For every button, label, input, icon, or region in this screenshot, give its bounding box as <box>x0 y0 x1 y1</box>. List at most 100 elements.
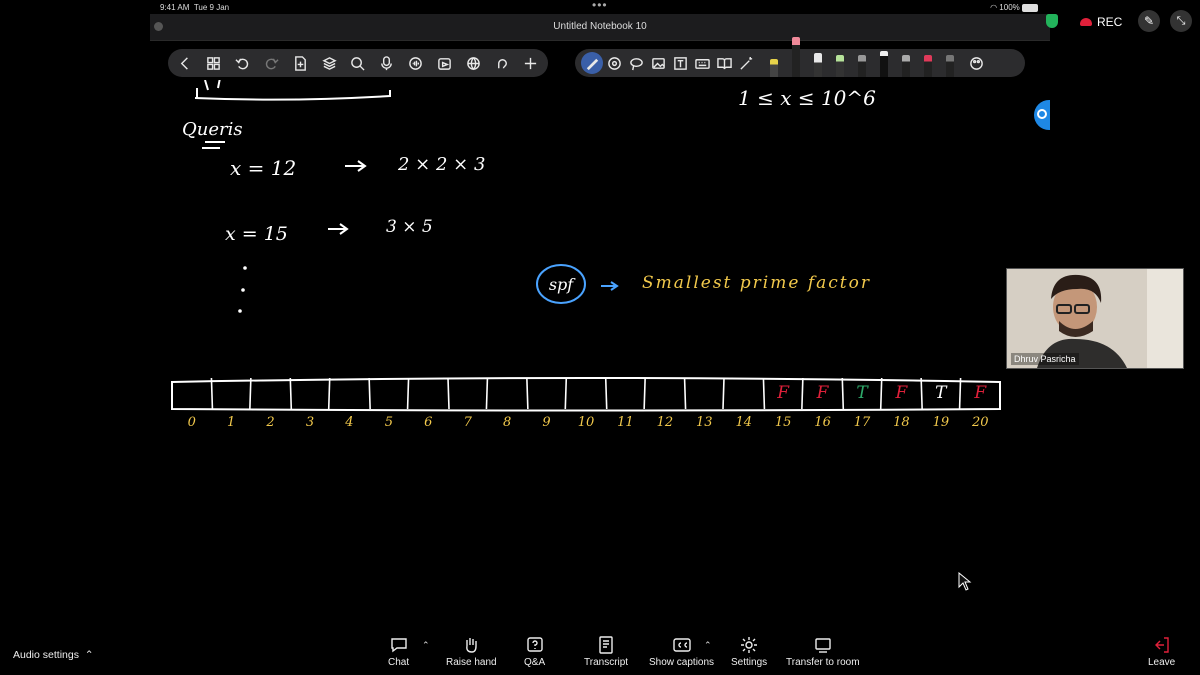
transfer-icon <box>815 638 831 653</box>
spf-meaning: Smallest prime factor <box>642 273 871 293</box>
bracket-stroke <box>196 88 391 98</box>
array-index-label: 2 <box>265 415 274 430</box>
cloud-record-icon <box>1080 18 1092 26</box>
array-index-label: 12 <box>657 415 674 430</box>
array-cell-divider <box>327 377 331 410</box>
array-index-label: 18 <box>893 415 910 430</box>
magic-wand-icon[interactable] <box>735 52 757 74</box>
wifi-icon: ◠ <box>990 3 998 12</box>
settings-button[interactable]: Settings <box>731 636 767 668</box>
array-cell-divider <box>249 377 252 410</box>
shield-icon <box>1046 14 1058 28</box>
array-cell-divider <box>406 377 410 410</box>
queries-label: Queris <box>182 119 243 140</box>
array-cell-divider <box>643 377 646 410</box>
pen-dark[interactable] <box>946 55 954 77</box>
chat-button[interactable]: Chat <box>388 636 409 668</box>
shape-tool-icon[interactable] <box>603 52 625 74</box>
dot <box>243 266 247 270</box>
queries-underline <box>202 141 225 149</box>
image-tool-icon[interactable] <box>647 52 669 74</box>
transcript-button[interactable]: Transcript <box>584 636 628 668</box>
redo-icon[interactable] <box>260 52 282 74</box>
battery-status: ◠ 100% <box>990 3 1038 12</box>
grid-view-icon[interactable] <box>203 52 225 74</box>
pen-gray[interactable] <box>858 55 866 77</box>
pen-black[interactable] <box>880 51 888 77</box>
constraint-text: 1 ≤ x ≤ 10^6 <box>738 86 876 110</box>
microphone-icon[interactable] <box>376 52 398 74</box>
array-grid <box>171 377 1001 412</box>
array-cell-divider <box>762 377 766 410</box>
query2-lhs: x = 15 <box>225 223 288 245</box>
array-index-label: 9 <box>542 415 550 430</box>
array-cell-divider <box>526 377 529 410</box>
array-cell-divider <box>564 377 568 410</box>
text-tool-icon[interactable] <box>669 52 691 74</box>
captions-icon <box>672 638 691 652</box>
array-cell-mark: F <box>895 383 909 403</box>
rec-label: REC <box>1097 15 1123 29</box>
gear-icon <box>741 637 758 653</box>
query1-lhs: x = 12 <box>230 156 296 180</box>
array-cell-divider <box>683 377 687 410</box>
array-cell-mark: F <box>776 383 790 403</box>
array-index-label: 13 <box>696 415 713 430</box>
pen-palette <box>763 37 961 77</box>
battery-icon <box>1022 3 1038 12</box>
raise-hand-button[interactable]: Raise hand <box>446 636 497 668</box>
add-page-icon[interactable] <box>289 52 311 74</box>
shared-screen: 9:41 AM Tue 9 Jan ••• ◠ 100% Untitled No… <box>150 0 1050 630</box>
array-index-label: 14 <box>735 415 752 430</box>
arrow-icon <box>328 223 349 235</box>
array-cell-mark: F <box>816 383 830 403</box>
notebook-canvas[interactable]: 1 ≤ x ≤ 10^6 Queris x = 12 2 × 2 × 3 x =… <box>150 80 1050 630</box>
pen-tool-icon[interactable] <box>581 52 603 74</box>
web-icon[interactable] <box>462 52 484 74</box>
audio-record-icon[interactable] <box>405 52 427 74</box>
marker-green[interactable] <box>836 55 844 77</box>
participant-video[interactable]: Dhruv Pasricha <box>1006 268 1184 369</box>
eraser-pen[interactable] <box>792 37 800 77</box>
qa-button[interactable]: Q&A <box>524 636 545 668</box>
highlighter-white[interactable] <box>814 53 822 77</box>
search-icon[interactable] <box>347 52 369 74</box>
lasso-tool-icon[interactable] <box>625 52 647 74</box>
hand-icon <box>466 638 477 653</box>
array-cell-mark: T <box>935 383 948 403</box>
assistant-icon[interactable] <box>491 52 513 74</box>
arrow-icon <box>601 281 619 291</box>
book-icon[interactable] <box>713 52 735 74</box>
undo-icon[interactable] <box>232 52 254 74</box>
back-icon[interactable] <box>174 52 196 74</box>
array-cell-divider <box>920 377 923 410</box>
annotate-icon[interactable]: ✎ <box>1138 10 1160 32</box>
pencil-yellow[interactable] <box>770 59 778 77</box>
array-index-label: 15 <box>775 415 792 430</box>
captions-options-caret[interactable]: ⌃ <box>704 640 712 651</box>
mouse-cursor-icon <box>958 572 972 591</box>
chat-options-caret[interactable]: ⌃ <box>422 640 430 651</box>
array-index-label: 20 <box>971 415 989 430</box>
more-dots-icon[interactable]: ••• <box>592 0 608 12</box>
audio-settings-button[interactable]: Audio settings ⌃ <box>13 649 94 661</box>
color-palette-icon[interactable] <box>965 52 987 74</box>
array-cell-mark: F <box>973 383 987 403</box>
array-cell-divider <box>841 377 845 410</box>
navigation-toolbar <box>168 49 548 77</box>
array-index-label: 19 <box>933 415 950 430</box>
spf-label: spf <box>549 275 576 294</box>
media-icon[interactable] <box>433 52 455 74</box>
pen-gray-2[interactable] <box>902 55 910 77</box>
keyboard-icon[interactable] <box>691 52 713 74</box>
notebook-title-bar: Untitled Notebook 10 <box>150 14 1050 41</box>
layers-icon[interactable] <box>318 52 340 74</box>
transfer-to-room-button[interactable]: Transfer to room <box>786 636 860 668</box>
pen-red[interactable] <box>924 55 932 77</box>
leave-button[interactable]: Leave <box>1148 636 1175 668</box>
exit-fullscreen-icon[interactable]: ⤡ <box>1170 10 1192 32</box>
add-icon[interactable] <box>520 52 542 74</box>
recording-button[interactable]: REC <box>1080 15 1122 29</box>
status-bar: 9:41 AM Tue 9 Jan ••• ◠ 100% <box>150 0 1050 14</box>
query2-rhs: 3 × 5 <box>386 217 433 237</box>
